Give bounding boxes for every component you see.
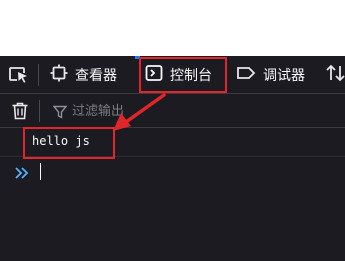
network-icon — [326, 64, 345, 86]
tab-debugger-label: 调试器 — [263, 67, 305, 84]
page-background — [0, 0, 345, 56]
element-picker-icon — [9, 67, 27, 83]
element-picker-button[interactable] — [8, 65, 30, 85]
double-chevron-icon — [14, 165, 30, 179]
screenshot: 查看器 控制台 调试器 过滤输出 hello js — [0, 0, 345, 261]
console-message-highlight — [23, 127, 115, 159]
debugger-icon — [236, 65, 256, 85]
console-input-line[interactable] — [0, 160, 345, 184]
filter-divider — [39, 100, 40, 122]
tab-debugger[interactable]: 调试器 — [236, 56, 305, 93]
trash-icon — [12, 102, 28, 120]
inspector-icon — [50, 64, 68, 86]
console-tab-highlight — [139, 57, 227, 93]
tab-network[interactable] — [326, 56, 345, 93]
clear-console-button[interactable] — [11, 102, 29, 120]
text-caret — [40, 163, 41, 180]
tab-inspector-label: 查看器 — [75, 67, 117, 84]
console-filter-bar — [0, 94, 345, 128]
toolbar-divider — [38, 64, 39, 86]
tab-inspector[interactable]: 查看器 — [50, 56, 117, 93]
funnel-icon — [52, 104, 68, 119]
filter-output-input[interactable] — [70, 102, 272, 120]
